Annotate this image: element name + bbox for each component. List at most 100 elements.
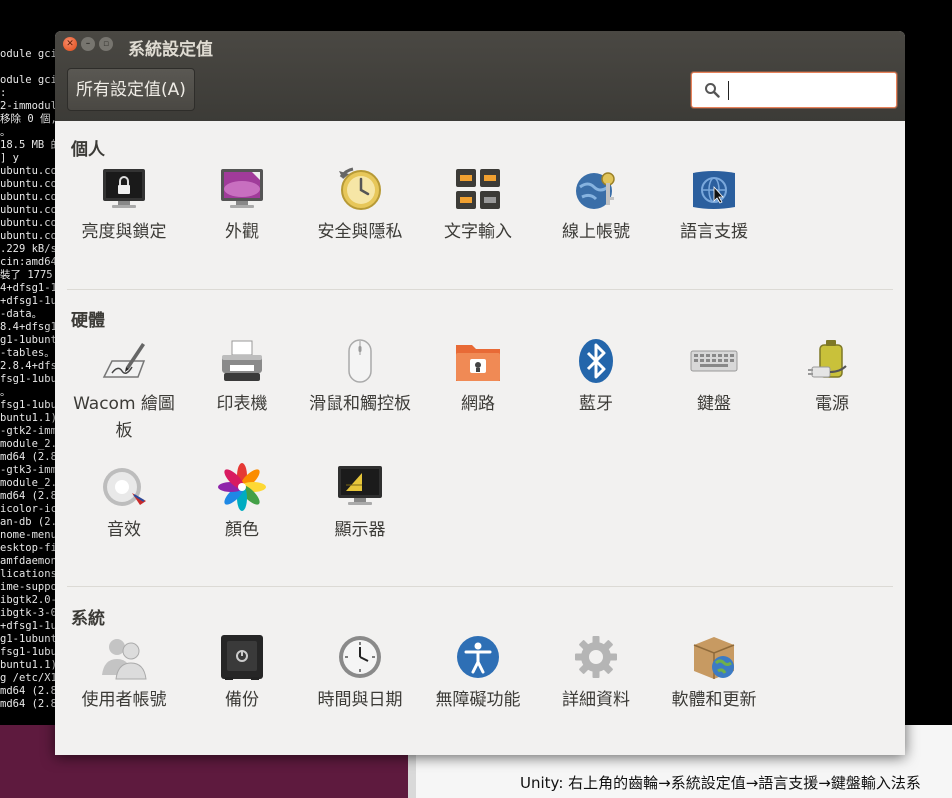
settings-item-bluetooth[interactable]: 藍牙 [537, 337, 655, 418]
terminal-line: g1-1ubunt [0, 334, 57, 346]
terminal-line: fsg1-1ubu [0, 373, 57, 385]
terminal-line: nome-menu [0, 529, 57, 541]
terminal-line: g /etc/X1 [0, 672, 57, 684]
settings-item-sound[interactable]: 音效 [65, 463, 183, 544]
settings-item-backup[interactable]: 備份 [183, 633, 301, 714]
terminal-line: ] y [0, 152, 19, 164]
terminal-line: ibgtk2.0- [0, 594, 57, 606]
terminal-line: +dfsg1-1u [0, 620, 57, 632]
settings-item-user-accounts[interactable]: 使用者帳號 [65, 633, 183, 714]
settings-item-label: 文字輸入 [444, 222, 512, 242]
settings-item-software-updates[interactable]: 軟體和更新 [655, 633, 773, 714]
terminal-line: ibgtk-3-0 [0, 607, 57, 619]
terminal-line: 移除 0 個, [0, 113, 57, 125]
settings-item-label: 藍牙 [579, 394, 613, 414]
network-icon [456, 345, 500, 381]
settings-item-appearance[interactable]: 外觀 [183, 165, 301, 246]
settings-item-time-date[interactable]: 時間與日期 [301, 633, 419, 714]
settings-item-network[interactable]: 網路 [419, 337, 537, 418]
terminal-line: module_2. [0, 438, 57, 450]
settings-item-label: Wacom 繪圖板 [73, 394, 175, 441]
settings-item-label: 亮度與鎖定 [81, 222, 167, 242]
close-button[interactable]: ✕ [63, 37, 77, 51]
settings-item-language-support[interactable]: 語言支援 [655, 165, 773, 246]
settings-item-mouse-touchpad[interactable]: 滑鼠和觸控板 [301, 337, 419, 418]
settings-item-brightness-lock[interactable]: 亮度與鎖定 [65, 165, 183, 246]
terminal-background: odule gci odule gci:2-immodul 移除 0 個,。 18.5… [0, 0, 60, 725]
system-settings-window: ✕ – ▫ 系統設定值 所有設定值(A) 個人 亮度與鎖定 外觀 安全與隱私 文… [55, 31, 905, 755]
settings-item-label: 詳細資料 [562, 690, 630, 710]
terminal-line: .229 kB/s [0, 243, 57, 255]
settings-item-label: 線上帳號 [562, 222, 630, 242]
settings-item-label: 時間與日期 [317, 690, 403, 710]
titlebar: ✕ – ▫ 系統設定值 所有設定值(A) [55, 31, 905, 121]
terminal-line: 18.5 MB 的 [0, 139, 60, 151]
settings-item-printer[interactable]: 印表機 [183, 337, 301, 418]
settings-item-security-privacy[interactable]: 安全與隱私 [301, 165, 419, 246]
settings-item-wacom-tablet[interactable]: Wacom 繪圖板 [65, 337, 183, 445]
displays-icon [338, 466, 382, 505]
settings-item-label: 無障礙功能 [435, 690, 521, 710]
settings-item-label: 使用者帳號 [81, 690, 167, 710]
section-divider [67, 289, 893, 290]
terminal-line: 2.8.4+dfs [0, 360, 57, 372]
settings-item-power[interactable]: 電源 [773, 337, 891, 418]
terminal-line: an-db (2. [0, 516, 57, 528]
window-title: 系統設定值 [128, 40, 213, 60]
settings-item-label: 軟體和更新 [671, 690, 757, 710]
printer-icon [222, 340, 262, 381]
terminal-line: odule gci [0, 74, 57, 86]
settings-item-label: 顯示器 [334, 520, 386, 540]
language-support-icon [693, 171, 735, 209]
details-icon [575, 636, 617, 678]
mouse-touchpad-icon [348, 339, 372, 383]
software-updates-icon [693, 637, 735, 679]
brightness-lock-icon [103, 169, 145, 208]
time-date-icon [339, 636, 381, 678]
maximize-button[interactable]: ▫ [99, 37, 113, 51]
terminal-line: ubuntu.co [0, 230, 57, 242]
terminal-line: -tables。 [0, 347, 55, 359]
settings-item-details[interactable]: 詳細資料 [537, 633, 655, 714]
settings-item-label: 備份 [225, 690, 259, 710]
terminal-line: -gtk2-imm [0, 425, 57, 437]
terminal-line: ime-suppo [0, 581, 57, 593]
terminal-line: 8.4+dfsg1 [0, 321, 57, 333]
all-settings-button[interactable]: 所有設定值(A) [67, 68, 195, 111]
search-icon [705, 83, 720, 98]
terminal-line: ubuntu.co [0, 165, 57, 177]
settings-item-label: 網路 [461, 394, 495, 414]
backup-icon [221, 635, 263, 680]
settings-item-displays[interactable]: 顯示器 [301, 463, 419, 544]
text-cursor [728, 81, 729, 100]
color-icon [218, 463, 266, 511]
settings-item-keyboard[interactable]: 鍵盤 [655, 337, 773, 418]
wacom-tablet-icon [102, 343, 146, 378]
settings-item-label: 滑鼠和觸控板 [309, 394, 411, 414]
terminal-line: amfdaemon [0, 555, 57, 567]
minimize-button[interactable]: – [81, 37, 95, 51]
search-input[interactable] [691, 72, 897, 108]
terminal-line: module_2. [0, 477, 57, 489]
settings-item-label: 顏色 [225, 520, 259, 540]
appearance-icon [221, 169, 263, 208]
terminal-line: 4+dfsg1-1 [0, 282, 57, 294]
terminal-line: md64 (2.8 [0, 490, 57, 502]
terminal-line: ubuntu.co [0, 191, 57, 203]
settings-item-label: 外觀 [225, 222, 259, 242]
section-title-hardware: 硬體 [71, 311, 105, 331]
settings-item-label: 安全與隱私 [317, 222, 403, 242]
settings-item-accessibility[interactable]: 無障礙功能 [419, 633, 537, 714]
settings-item-color[interactable]: 顏色 [183, 463, 301, 544]
power-icon [808, 340, 847, 378]
terminal-line: esktop-fi [0, 542, 57, 554]
settings-item-label: 電源 [815, 394, 849, 414]
settings-item-online-accounts[interactable]: 線上帳號 [537, 165, 655, 246]
terminal-line: -gtk3-imm [0, 464, 57, 476]
bluetooth-icon [579, 339, 613, 383]
terminal-line: ubuntu.co [0, 178, 57, 190]
terminal-line: fsg1-1ubu [0, 646, 57, 658]
terminal-line: fsg1-1ubu [0, 399, 57, 411]
settings-item-text-entry[interactable]: 文字輸入 [419, 165, 537, 246]
